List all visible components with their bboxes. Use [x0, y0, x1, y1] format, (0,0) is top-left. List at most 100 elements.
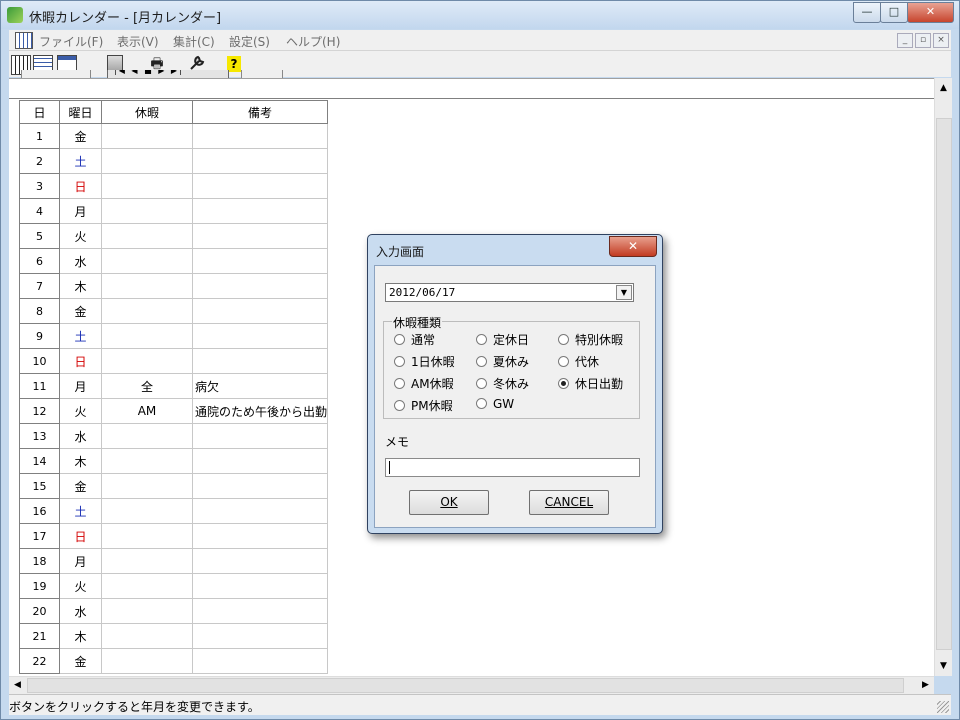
date-dropdown[interactable]: 2012/06/17 ▼	[385, 283, 634, 302]
menu-view[interactable]: 表示(V)	[117, 33, 159, 50]
help-icon[interactable]: ?	[227, 56, 241, 72]
vacation-cell[interactable]	[101, 323, 193, 349]
horizontal-scrollbar[interactable]: ◀ ▶	[9, 676, 934, 694]
vacation-cell[interactable]	[101, 573, 193, 599]
table-row[interactable]: 9土	[19, 323, 329, 349]
vacation-cell[interactable]: AM	[101, 398, 193, 424]
table-row[interactable]: 5火	[19, 223, 329, 249]
day-cell[interactable]: 12	[19, 398, 60, 424]
weekday-cell[interactable]: 日	[59, 348, 102, 374]
note-cell[interactable]	[191, 548, 329, 574]
weekday-cell[interactable]: 火	[59, 398, 102, 424]
scroll-left-icon[interactable]: ◀	[9, 677, 26, 694]
table-row[interactable]: 22 金	[19, 648, 329, 674]
day-cell[interactable]: 21	[19, 623, 60, 649]
table-row[interactable]: 8金	[19, 298, 329, 324]
weekday-cell[interactable]: 金	[59, 298, 102, 324]
table-row[interactable]: 18 月	[19, 548, 329, 574]
weekday-cell[interactable]: 月	[59, 373, 102, 399]
day-cell[interactable]: 20	[19, 598, 60, 624]
scroll-right-icon[interactable]: ▶	[917, 677, 934, 694]
vacation-cell[interactable]	[101, 423, 193, 449]
day-cell[interactable]: 3	[19, 173, 60, 199]
note-cell[interactable]	[191, 648, 329, 674]
radio-option[interactable]: 夏休み	[476, 353, 529, 370]
vacation-cell[interactable]	[101, 273, 193, 299]
vacation-cell[interactable]	[101, 198, 193, 224]
table-row[interactable]: 16 土	[19, 498, 329, 524]
table-row[interactable]: 7木	[19, 273, 329, 299]
radio-option[interactable]: 休日出勤	[558, 375, 623, 392]
radio-button-icon[interactable]	[394, 334, 405, 345]
menu-help[interactable]: ヘルプ(H)	[286, 33, 340, 50]
vacation-cell[interactable]	[101, 623, 193, 649]
note-cell[interactable]	[191, 348, 329, 374]
day-cell[interactable]: 7	[19, 273, 60, 299]
mdi-minimize-button[interactable]: _	[897, 33, 913, 48]
table-row[interactable]: 14 木	[19, 448, 329, 474]
weekday-cell[interactable]: 木	[59, 623, 102, 649]
resize-grip-icon[interactable]	[937, 701, 949, 713]
note-cell[interactable]	[191, 323, 329, 349]
menu-file[interactable]: ファイル(F)	[39, 33, 103, 50]
note-cell[interactable]	[191, 448, 329, 474]
day-cell[interactable]: 18	[19, 548, 60, 574]
weekday-cell[interactable]: 日	[59, 173, 102, 199]
table-row[interactable]: 11 月全病欠	[19, 373, 329, 399]
minimize-button[interactable]: —	[853, 2, 881, 23]
vacation-cell[interactable]	[101, 148, 193, 174]
note-cell[interactable]	[191, 498, 329, 524]
day-cell[interactable]: 13	[19, 423, 60, 449]
day-cell[interactable]: 11	[19, 373, 60, 399]
table-row[interactable]: 15 金	[19, 473, 329, 499]
radio-option[interactable]: 定休日	[476, 331, 529, 348]
scroll-up-icon[interactable]: ▲	[935, 80, 952, 97]
day-cell[interactable]: 9	[19, 323, 60, 349]
radio-button-icon[interactable]	[394, 356, 405, 367]
mdi-close-button[interactable]: ×	[933, 33, 949, 48]
weekday-cell[interactable]: 月	[59, 198, 102, 224]
maximize-button[interactable]: □	[880, 2, 908, 23]
day-cell[interactable]: 14	[19, 448, 60, 474]
table-row[interactable]: 12 火 AM 通院のため午後から出勤	[19, 398, 329, 424]
weekday-cell[interactable]: 火	[59, 573, 102, 599]
day-cell[interactable]: 15	[19, 473, 60, 499]
weekday-cell[interactable]: 土	[59, 148, 102, 174]
radio-option[interactable]: 代休	[558, 353, 599, 370]
radio-button-icon[interactable]	[476, 398, 487, 409]
radio-option[interactable]: 特別休暇	[558, 331, 623, 348]
vacation-cell[interactable]	[101, 248, 193, 274]
weekday-cell[interactable]: 火	[59, 223, 102, 249]
note-cell[interactable]	[191, 523, 329, 549]
vacation-cell[interactable]	[101, 598, 193, 624]
vacation-cell[interactable]	[101, 523, 193, 549]
note-cell[interactable]	[191, 148, 329, 174]
weekday-cell[interactable]: 金	[59, 648, 102, 674]
table-row[interactable]: 6水	[19, 248, 329, 274]
mdi-restore-button[interactable]: ▫	[915, 33, 931, 48]
note-cell[interactable]	[191, 473, 329, 499]
day-cell[interactable]: 5	[19, 223, 60, 249]
day-cell[interactable]: 16	[19, 498, 60, 524]
day-cell[interactable]: 22	[19, 648, 60, 674]
close-button[interactable]: ✕	[907, 2, 954, 23]
weekday-cell[interactable]: 月	[59, 548, 102, 574]
dropdown-arrow-icon[interactable]: ▼	[616, 285, 632, 300]
vacation-cell[interactable]	[101, 473, 193, 499]
note-cell[interactable]	[191, 598, 329, 624]
radio-option[interactable]: 1日休暇	[394, 353, 455, 370]
weekday-cell[interactable]: 金	[59, 473, 102, 499]
weekday-cell[interactable]: 水	[59, 248, 102, 274]
dialog-close-button[interactable]: ✕	[609, 236, 657, 257]
note-cell[interactable]	[191, 423, 329, 449]
hscroll-thumb[interactable]	[27, 678, 904, 693]
radio-option[interactable]: GW	[476, 397, 514, 411]
day-cell[interactable]: 1	[19, 123, 60, 149]
day-cell[interactable]: 4	[19, 198, 60, 224]
vacation-cell[interactable]: 全	[101, 373, 193, 399]
day-cell[interactable]: 19	[19, 573, 60, 599]
weekday-cell[interactable]: 水	[59, 423, 102, 449]
note-cell[interactable]	[191, 223, 329, 249]
radio-button-icon[interactable]	[558, 334, 569, 345]
vacation-cell[interactable]	[101, 348, 193, 374]
